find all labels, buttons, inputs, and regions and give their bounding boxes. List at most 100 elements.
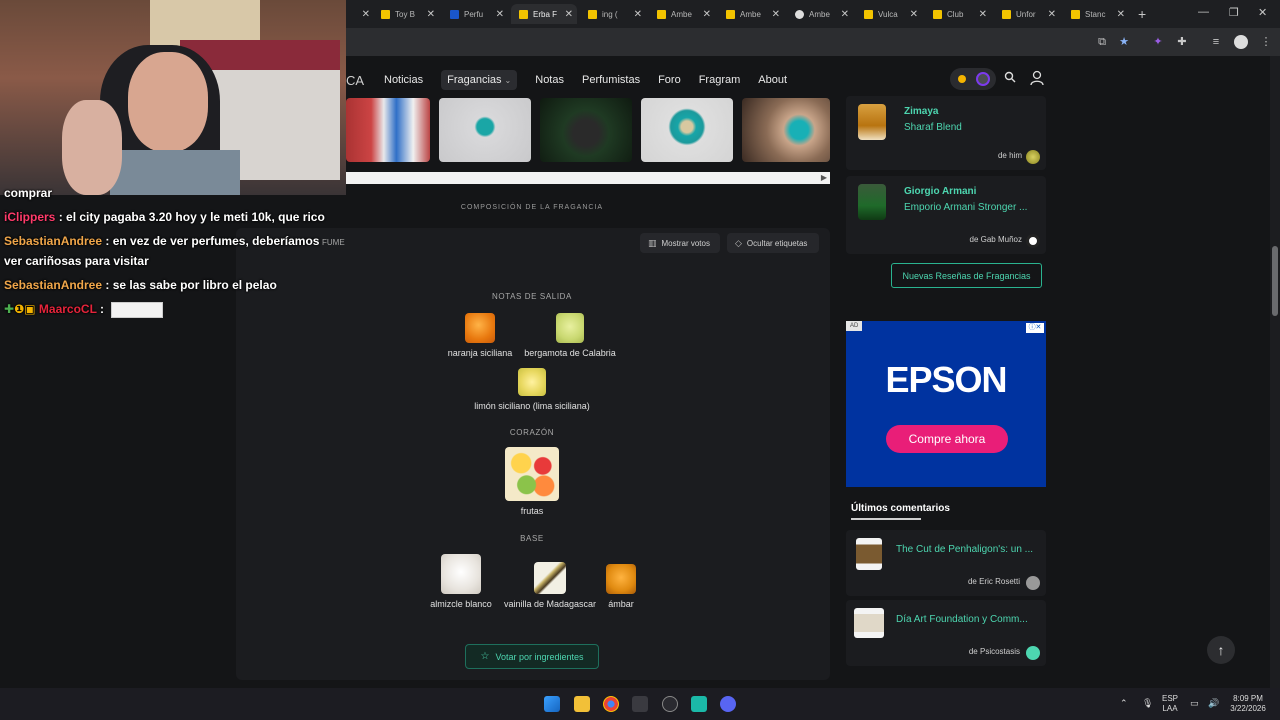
tab-item[interactable]: Perfu ✕ (442, 4, 508, 24)
app-icon[interactable] (632, 696, 648, 712)
tab-item[interactable]: Ambe ✕ (787, 4, 853, 24)
ad-cta-button[interactable]: Compre ahora (886, 425, 1008, 453)
close-icon[interactable]: ✕ (496, 9, 504, 20)
start-windows-icon[interactable] (544, 696, 560, 712)
close-icon[interactable]: ✕ (427, 9, 435, 20)
mic-icon[interactable]: 🎙 (1142, 698, 1153, 708)
network-icon[interactable]: ▭ (1190, 698, 1199, 708)
ad-info-icon[interactable]: ⓘ✕ (1026, 323, 1044, 333)
note-item[interactable]: ámbar (601, 564, 641, 609)
review-perfume-name[interactable]: Emporio Armani Stronger ... (904, 202, 1039, 213)
gallery-scrollbar[interactable]: ▶ (346, 172, 830, 184)
install-app-icon[interactable]: ⧉ (1094, 34, 1110, 50)
close-icon[interactable]: ✕ (703, 9, 711, 20)
close-icon[interactable]: ✕ (1048, 9, 1056, 20)
review-brand[interactable]: Giorgio Armani (904, 186, 976, 197)
chat-username[interactable]: iClippers (4, 210, 55, 224)
close-icon[interactable]: ✕ (979, 9, 987, 20)
search-icon[interactable] (1004, 71, 1016, 86)
close-icon[interactable]: ✕ (772, 9, 780, 20)
bookmark-star-icon[interactable]: ★ (1116, 34, 1132, 50)
close-icon[interactable]: ✕ (634, 9, 642, 20)
chrome-icon[interactable] (603, 696, 619, 712)
note-item[interactable]: frutas (492, 447, 572, 516)
tab-item[interactable]: Unfor ✕ (994, 4, 1060, 24)
nav-noticias[interactable]: Noticias (384, 74, 423, 86)
menu-kebab-icon[interactable]: ⋮ (1258, 34, 1274, 50)
close-icon[interactable]: ✕ (1117, 9, 1125, 20)
chat-username[interactable]: SebastianAndree (4, 234, 102, 248)
tab-item[interactable]: Stanc ✕ (1063, 4, 1129, 24)
nav-fragancias[interactable]: Fragancias ⌄ (441, 70, 518, 90)
tab-item[interactable]: Ambe ✕ (718, 4, 784, 24)
chat-username[interactable]: MaarcoCL (39, 302, 97, 316)
scroll-right-arrow-icon[interactable]: ▶ (821, 173, 827, 182)
gallery-image[interactable] (742, 98, 830, 162)
obs-icon[interactable] (662, 696, 678, 712)
note-item[interactable]: almizcle blanco (426, 554, 496, 609)
show-votes-button[interactable]: ▥ Mostrar votos (640, 233, 720, 253)
clock[interactable]: 8:09 PM 3/22/2026 (1226, 694, 1270, 714)
gallery-image[interactable] (346, 98, 430, 162)
app-icon[interactable] (691, 696, 707, 712)
vote-ingredients-button[interactable]: ☆ Votar por ingredientes (465, 644, 599, 669)
hide-labels-button[interactable]: ◇ Ocultar etiquetas (727, 233, 819, 253)
comment-author[interactable]: de Eric Rosetti (968, 577, 1020, 586)
tab-partial[interactable]: ✕ (352, 4, 374, 24)
gallery-image[interactable] (540, 98, 632, 162)
tab-item[interactable]: Ambe ✕ (649, 4, 715, 24)
language-indicator[interactable]: ESP LAA (1162, 694, 1178, 714)
media-control-icon[interactable]: ≡ (1208, 34, 1224, 50)
note-item[interactable]: naranja siciliana (440, 313, 520, 358)
review-brand[interactable]: Zimaya (904, 106, 938, 117)
close-icon[interactable]: ✕ (362, 9, 370, 20)
ad-banner[interactable]: AD ⓘ✕ EPSON Compre ahora (846, 321, 1046, 487)
close-icon[interactable]: ✕ (841, 9, 849, 20)
chat-username[interactable]: SebastianAndree (4, 278, 102, 292)
minimize-button[interactable]: — (1198, 6, 1209, 18)
review-author[interactable]: de Gab Muñoz (970, 235, 1022, 244)
discord-icon[interactable] (720, 696, 736, 712)
tab-item[interactable]: Toy B ✕ (373, 4, 439, 24)
new-reviews-button[interactable]: Nuevas Reseñas de Fragancias (891, 263, 1042, 288)
nav-fragram[interactable]: Fragram (699, 74, 741, 86)
review-card[interactable]: Giorgio Armani Emporio Armani Stronger .… (846, 176, 1046, 254)
scroll-to-top-button[interactable]: ↑ (1207, 636, 1235, 664)
page-scrollbar[interactable] (1270, 56, 1280, 688)
theme-toggle[interactable] (950, 68, 996, 90)
comment-title[interactable]: The Cut de Penhaligon's: un ... (896, 544, 1040, 555)
nav-about[interactable]: About (758, 74, 787, 86)
review-card[interactable]: Zimaya Sharaf Blend de him (846, 96, 1046, 170)
review-author[interactable]: de him (998, 151, 1022, 160)
maximize-button[interactable]: ❐ (1229, 6, 1239, 19)
close-icon[interactable]: ✕ (565, 9, 573, 20)
comment-author[interactable]: de Psicostasis (969, 647, 1020, 656)
comment-card[interactable]: The Cut de Penhaligon's: un ... de Eric … (846, 530, 1046, 596)
nav-perfumistas[interactable]: Perfumistas (582, 74, 640, 86)
chevron-up-icon[interactable]: ⌃ (1120, 698, 1128, 708)
tab-item[interactable]: Club ✕ (925, 4, 991, 24)
review-perfume-name[interactable]: Sharaf Blend (904, 122, 1039, 133)
user-icon[interactable] (1030, 70, 1044, 86)
scrollbar-thumb[interactable] (1272, 246, 1278, 316)
gallery-image[interactable] (439, 98, 531, 162)
tab-item[interactable]: ing (✕ (580, 4, 646, 24)
note-item[interactable]: limón siciliano (lima siciliana) (462, 368, 602, 411)
tab-item[interactable]: Vulca ✕ (856, 4, 922, 24)
profile-avatar[interactable] (1234, 35, 1248, 49)
gallery-image[interactable] (641, 98, 733, 162)
close-window-button[interactable]: ✕ (1258, 6, 1267, 19)
note-item[interactable]: bergamota de Calabria (518, 313, 622, 358)
new-tab-button[interactable]: + (1138, 6, 1146, 22)
close-icon[interactable]: ✕ (910, 9, 918, 20)
site-brand-fragment[interactable]: CA (346, 73, 384, 88)
comment-card[interactable]: Día Art Foundation y Comm... de Psicosta… (846, 600, 1046, 666)
volume-icon[interactable]: 🔊 (1208, 698, 1219, 708)
tab-item-active[interactable]: Erba F ✕ (511, 4, 577, 24)
extension-icon[interactable]: ✦ (1150, 34, 1166, 50)
comment-title[interactable]: Día Art Foundation y Comm... (896, 614, 1040, 625)
nav-foro[interactable]: Foro (658, 74, 681, 86)
nav-notas[interactable]: Notas (535, 74, 564, 86)
note-item[interactable]: vainilla de Madagascar (500, 562, 600, 609)
extensions-puzzle-icon[interactable]: ✚ (1174, 34, 1190, 50)
